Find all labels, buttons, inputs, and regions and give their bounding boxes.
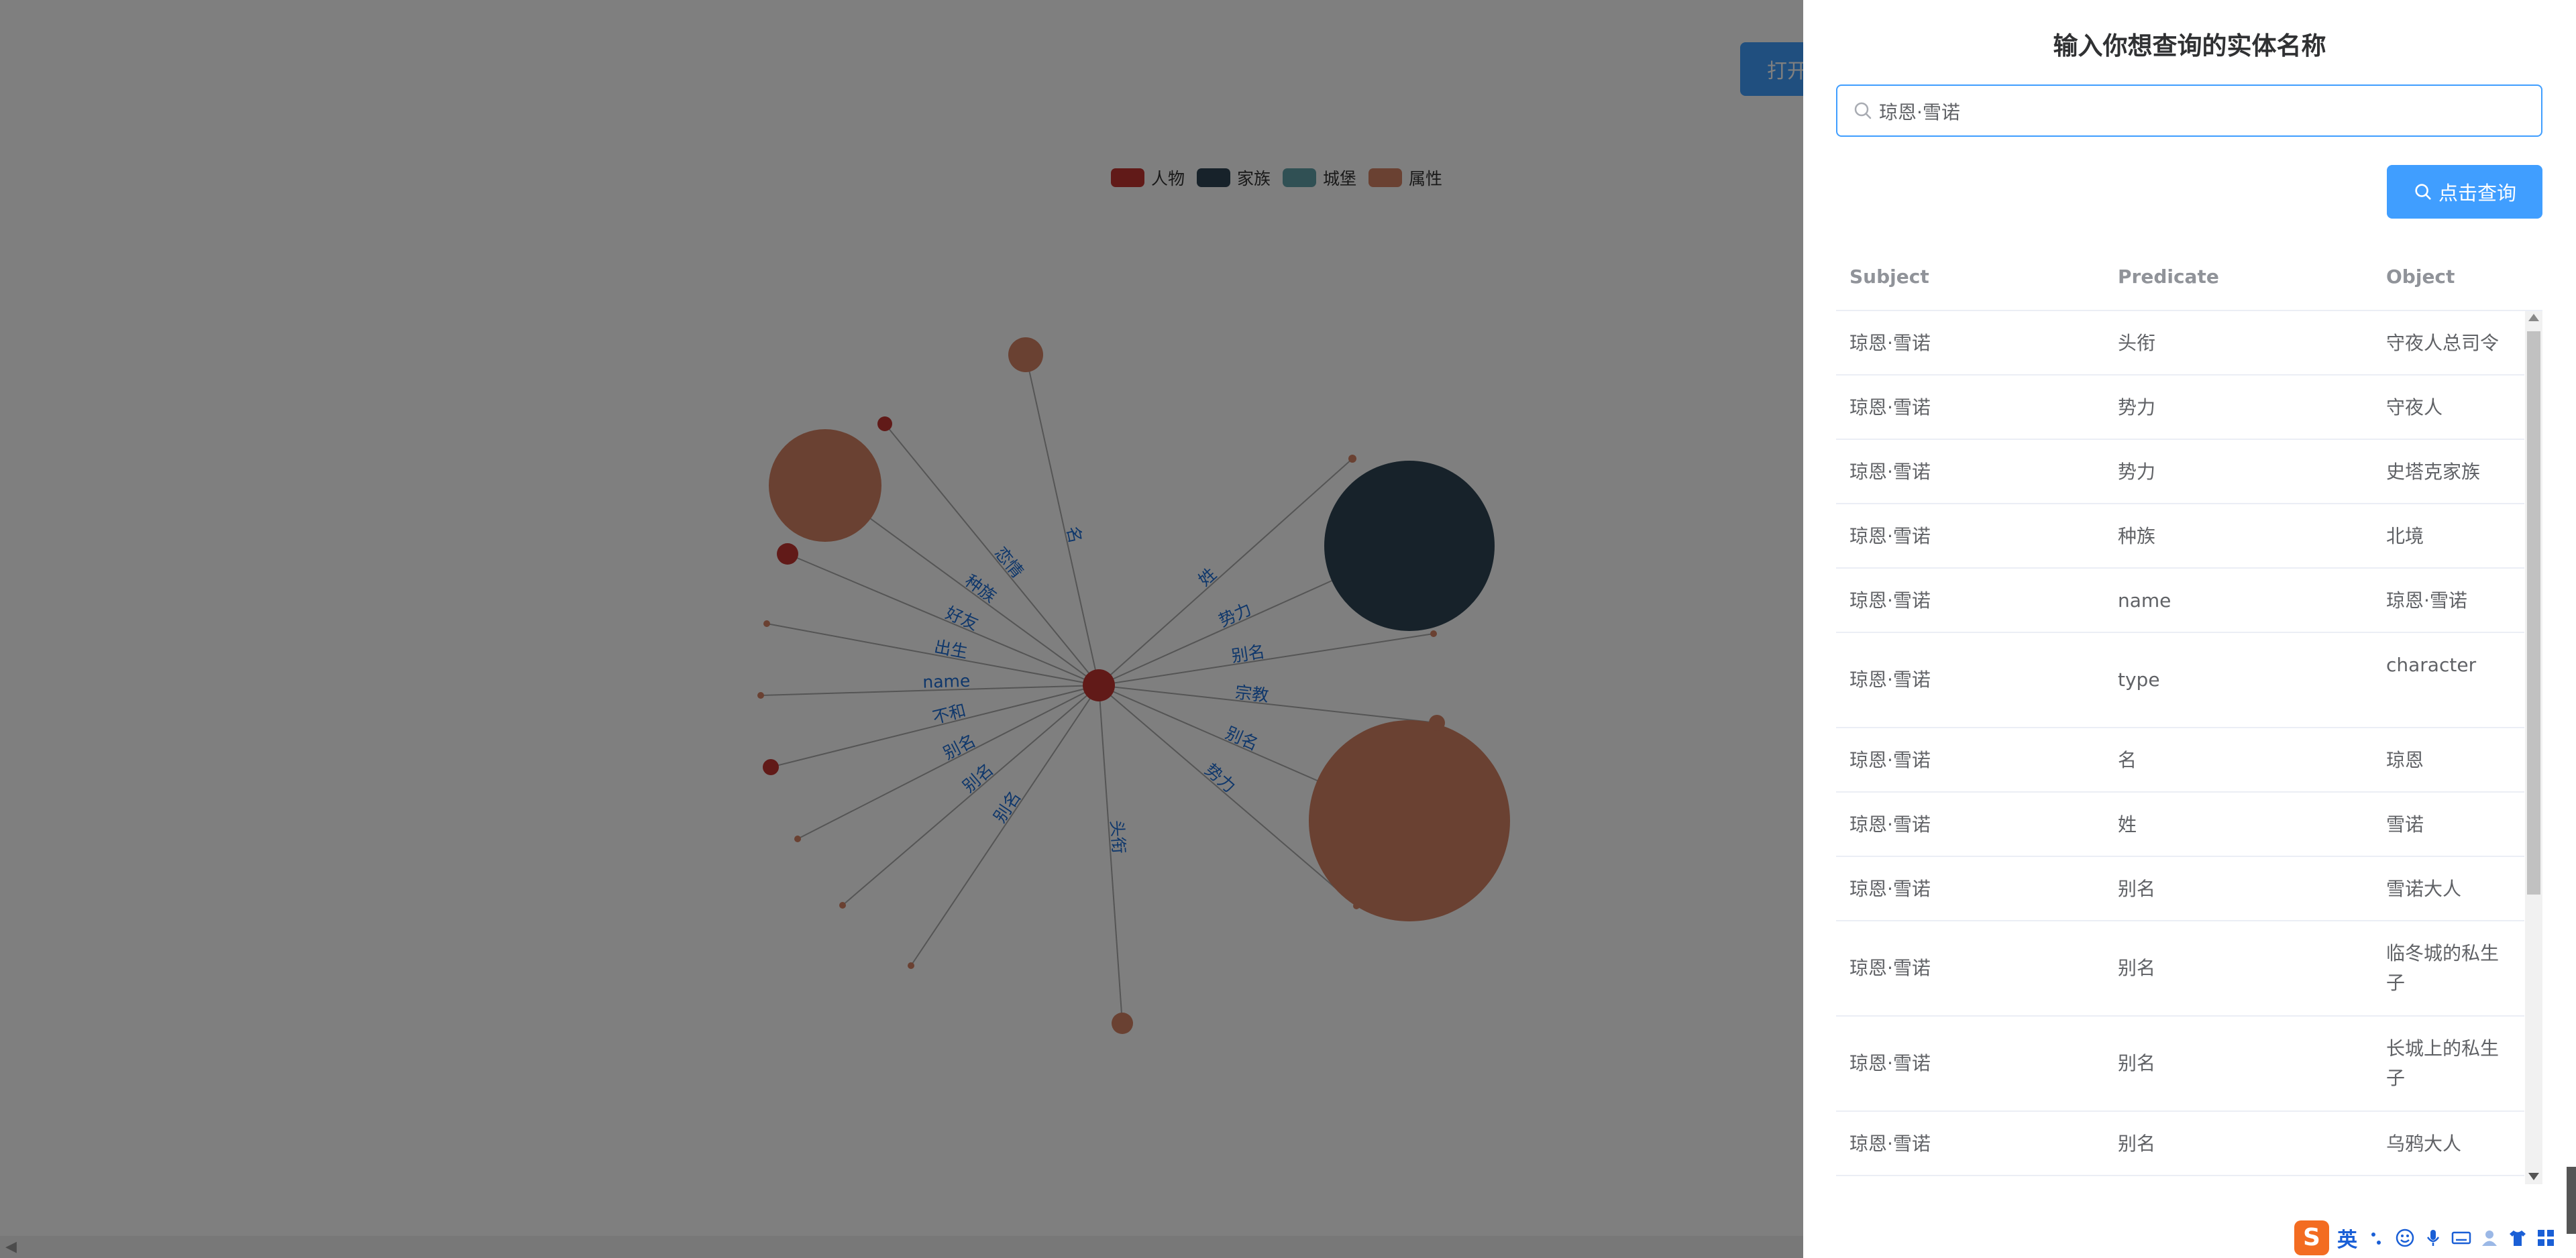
table-scrollbar[interactable] bbox=[2525, 311, 2542, 1184]
scrollbar-thumb[interactable] bbox=[2527, 331, 2540, 895]
column-header-object[interactable]: Object bbox=[2386, 266, 2455, 288]
cell-object: 乌鸦大人 bbox=[2386, 1133, 2462, 1155]
table-body[interactable]: 琼恩·雪诺 头衔 守夜人总司令 琼恩·雪诺 势力 守夜人 琼恩·雪诺 势力 史塔克家族 琼恩·雪诺… bbox=[1836, 311, 2524, 1184]
microphone-icon[interactable] bbox=[2423, 1228, 2443, 1248]
cell-predicate: 别名 bbox=[2118, 1133, 2156, 1155]
user-icon[interactable] bbox=[2479, 1228, 2500, 1248]
cell-predicate: 别名 bbox=[2118, 957, 2156, 979]
table-row[interactable]: 琼恩·雪诺 头衔 守夜人总司令 bbox=[1836, 311, 2524, 376]
cell-subject: 琼恩·雪诺 bbox=[1849, 332, 1931, 354]
cell-object: 雪诺大人 bbox=[2386, 878, 2462, 900]
table-row[interactable]: 琼恩·雪诺 势力 守夜人 bbox=[1836, 376, 2524, 440]
cell-subject: 琼恩·雪诺 bbox=[1849, 813, 1931, 836]
table-row[interactable]: 琼恩·雪诺 type character bbox=[1836, 633, 2524, 728]
query-button-label: 点击查询 bbox=[2438, 182, 2516, 205]
table-header: Subject Predicate Object bbox=[1836, 247, 2542, 311]
search-icon bbox=[1854, 102, 1872, 119]
cell-predicate: 头衔 bbox=[2118, 332, 2156, 354]
cell-subject: 琼恩·雪诺 bbox=[1849, 396, 1931, 418]
emoji-icon[interactable] bbox=[2395, 1228, 2415, 1248]
keyboard-icon[interactable] bbox=[2451, 1228, 2471, 1248]
table-row[interactable]: 琼恩·雪诺 别名 长城上的私生子 bbox=[1836, 1017, 2524, 1112]
cell-object: 史塔克家族 bbox=[2386, 461, 2481, 483]
cell-subject: 琼恩·雪诺 bbox=[1849, 878, 1931, 900]
scroll-down-icon[interactable] bbox=[2528, 1173, 2539, 1180]
cell-predicate: 姓 bbox=[2118, 813, 2137, 836]
skin-shirt-icon[interactable] bbox=[2508, 1228, 2528, 1248]
cell-subject: 琼恩·雪诺 bbox=[1849, 1133, 1931, 1155]
drawer-overlay[interactable] bbox=[0, 0, 1803, 1258]
cell-subject: 琼恩·雪诺 bbox=[1849, 525, 1931, 547]
column-header-subject[interactable]: Subject bbox=[1849, 266, 1929, 288]
punctuation-icon[interactable] bbox=[2367, 1228, 2387, 1248]
query-drawer: 输入你想查询的实体名称 点击查询 Subject Predicate Objec… bbox=[1803, 0, 2576, 1258]
table-row[interactable]: 琼恩·雪诺 种族 北境 bbox=[1836, 504, 2524, 569]
search-icon bbox=[2415, 184, 2431, 200]
ime-logo-icon[interactable]: S bbox=[2294, 1220, 2329, 1255]
cell-subject: 琼恩·雪诺 bbox=[1849, 1052, 1931, 1074]
search-field[interactable] bbox=[1836, 84, 2542, 137]
table-row[interactable]: 琼恩·雪诺 别名 临冬城的私生子 bbox=[1836, 921, 2524, 1017]
table-row[interactable]: 琼恩·雪诺 势力 史塔克家族 bbox=[1836, 440, 2524, 504]
cell-object: 临冬城的私生子 bbox=[2386, 942, 2500, 994]
cell-object: 守夜人总司令 bbox=[2386, 332, 2500, 354]
drawer-title: 输入你想查询的实体名称 bbox=[2053, 32, 2326, 60]
cell-object: 北境 bbox=[2386, 525, 2424, 547]
cell-predicate: 势力 bbox=[2118, 461, 2156, 483]
cell-predicate: 势力 bbox=[2118, 396, 2156, 418]
cell-object: 琼恩·雪诺 bbox=[2386, 589, 2467, 612]
query-button[interactable]: 点击查询 bbox=[2387, 165, 2542, 219]
cell-subject: 琼恩·雪诺 bbox=[1849, 749, 1931, 771]
table-row[interactable]: 琼恩·雪诺 别名 乌鸦大人 bbox=[1836, 1112, 2524, 1176]
cell-predicate: name bbox=[2118, 589, 2171, 612]
cell-subject: 琼恩·雪诺 bbox=[1849, 957, 1931, 979]
cell-object: 雪诺 bbox=[2386, 813, 2424, 836]
cell-object: 琼恩 bbox=[2386, 749, 2424, 771]
cell-object: 长城上的私生子 bbox=[2386, 1037, 2500, 1089]
scroll-up-icon[interactable] bbox=[2528, 314, 2539, 321]
column-header-predicate[interactable]: Predicate bbox=[2118, 266, 2219, 288]
cell-predicate: 别名 bbox=[2118, 878, 2156, 900]
cell-predicate: 种族 bbox=[2118, 525, 2156, 547]
ime-toolbar: S 英 bbox=[2294, 1217, 2576, 1258]
search-input[interactable] bbox=[1878, 86, 2524, 137]
cell-predicate: type bbox=[2118, 669, 2160, 691]
table-row[interactable]: 琼恩·雪诺别名第998任守夜 bbox=[1836, 1176, 2524, 1184]
table-row[interactable]: 琼恩·雪诺 名 琼恩 bbox=[1836, 728, 2524, 793]
table-row[interactable]: 琼恩·雪诺 别名 雪诺大人 bbox=[1836, 857, 2524, 921]
cell-subject: 琼恩·雪诺 bbox=[1849, 461, 1931, 483]
ime-language-toggle[interactable]: 英 bbox=[2337, 1223, 2357, 1253]
cell-object: character bbox=[2386, 654, 2477, 676]
table-row[interactable]: 琼恩·雪诺 name 琼恩·雪诺 bbox=[1836, 569, 2524, 633]
cell-subject: 琼恩·雪诺 bbox=[1849, 589, 1931, 612]
triples-table: Subject Predicate Object 琼恩·雪诺 头衔 守夜人总司令 琼恩… bbox=[1836, 247, 2542, 1184]
toolbox-grid-icon[interactable] bbox=[2536, 1228, 2556, 1248]
cell-predicate: 别名 bbox=[2118, 1052, 2156, 1074]
table-row[interactable]: 琼恩·雪诺 姓 雪诺 bbox=[1836, 793, 2524, 857]
cell-object: 守夜人 bbox=[2386, 396, 2443, 418]
cell-subject: 琼恩·雪诺 bbox=[1849, 669, 1931, 691]
cell-predicate: 名 bbox=[2118, 749, 2137, 771]
